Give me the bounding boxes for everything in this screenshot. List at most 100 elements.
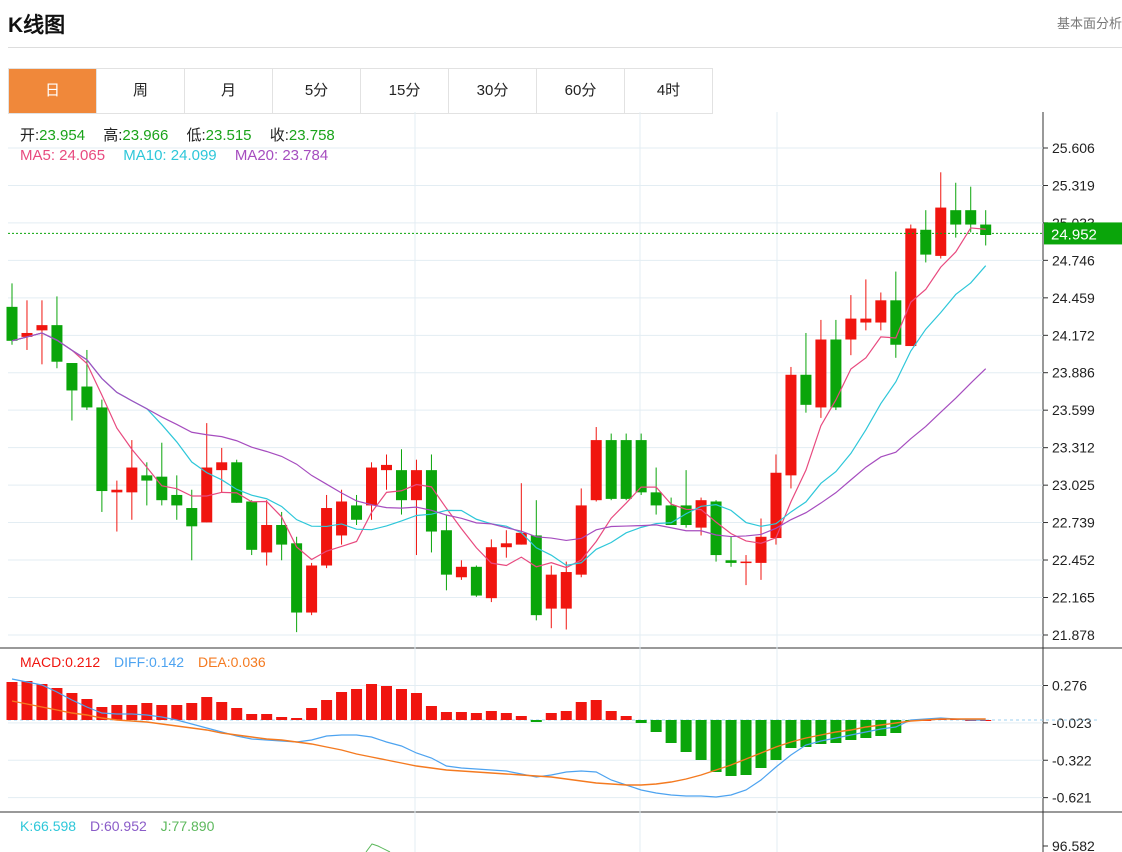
candle-body bbox=[665, 505, 677, 526]
macd-bar bbox=[336, 692, 348, 720]
macd-bar bbox=[590, 700, 602, 720]
candle-body bbox=[321, 508, 333, 566]
candle bbox=[366, 462, 378, 520]
candle bbox=[890, 271, 902, 358]
candle bbox=[51, 296, 63, 369]
candle bbox=[156, 442, 168, 506]
price-tick-label: 24.459 bbox=[1052, 290, 1095, 306]
candle-body bbox=[650, 492, 662, 506]
macd-bar bbox=[710, 720, 722, 772]
price-tick-label: 24.746 bbox=[1052, 252, 1095, 268]
current-price-label: 24.952 bbox=[1051, 226, 1097, 243]
high-label: 高: bbox=[103, 127, 123, 144]
macd-bar bbox=[860, 720, 872, 738]
candle bbox=[845, 295, 857, 356]
kdj-tick-label: 96.582 bbox=[1052, 838, 1095, 852]
macd-info: MACD:0.212 DIFF:0.142 DEA:0.036 bbox=[20, 654, 280, 670]
candle-body bbox=[276, 525, 288, 545]
macd-bar bbox=[51, 688, 63, 720]
candle-body bbox=[605, 440, 617, 499]
candle bbox=[171, 475, 183, 520]
candle bbox=[695, 497, 707, 536]
macd-bar bbox=[395, 689, 407, 720]
candle-body bbox=[96, 407, 108, 492]
price-tick-label: 23.025 bbox=[1052, 477, 1095, 493]
candle bbox=[306, 562, 318, 616]
macd-bar bbox=[455, 712, 467, 720]
candle bbox=[815, 319, 827, 418]
ma5-value: MA5: 24.065 bbox=[20, 147, 106, 164]
candle bbox=[216, 447, 228, 493]
candle bbox=[96, 399, 108, 512]
candle bbox=[965, 186, 977, 233]
macd-bar bbox=[530, 720, 542, 722]
macd-bar bbox=[111, 705, 123, 720]
candle bbox=[186, 489, 198, 561]
candle bbox=[500, 530, 512, 558]
candle bbox=[336, 489, 348, 545]
macd-value: MACD:0.212 bbox=[20, 654, 101, 670]
low-label: 低: bbox=[186, 127, 206, 144]
candle bbox=[590, 427, 602, 502]
macd-bar bbox=[680, 720, 692, 752]
macd-bar bbox=[440, 712, 452, 720]
price-tick-label: 24.172 bbox=[1052, 327, 1095, 343]
candle bbox=[395, 449, 407, 515]
macd-bar bbox=[306, 708, 318, 720]
candle bbox=[725, 536, 737, 567]
price-tick-label: 21.878 bbox=[1052, 627, 1095, 643]
candle-body bbox=[141, 475, 153, 481]
candle bbox=[455, 560, 467, 580]
j-line bbox=[365, 843, 391, 852]
candle-body bbox=[500, 543, 512, 548]
ma10-value: MA10: 24.099 bbox=[123, 147, 217, 164]
candle-body bbox=[710, 501, 722, 556]
price-tick-label: 23.599 bbox=[1052, 402, 1095, 418]
candle-body bbox=[395, 470, 407, 501]
candle-body bbox=[186, 508, 198, 527]
macd-bar bbox=[186, 703, 198, 720]
candle bbox=[291, 536, 303, 633]
candle bbox=[381, 454, 392, 490]
candle-body bbox=[366, 467, 378, 506]
candle bbox=[785, 366, 797, 489]
candle-body bbox=[261, 525, 273, 553]
candle-body bbox=[935, 207, 947, 256]
open-value: 23.954 bbox=[39, 127, 86, 144]
macd-bar bbox=[620, 716, 632, 720]
candle-body bbox=[126, 467, 138, 493]
macd-bar bbox=[500, 713, 512, 720]
macd-bar bbox=[276, 717, 288, 720]
macd-bar bbox=[321, 700, 333, 720]
diff-value: DIFF:0.142 bbox=[114, 654, 185, 670]
candle-body bbox=[291, 543, 303, 613]
macd-bar bbox=[770, 720, 782, 760]
macd-bar bbox=[201, 697, 213, 720]
price-tick-label: 22.165 bbox=[1052, 590, 1095, 606]
candle-body bbox=[455, 566, 467, 578]
candle bbox=[485, 539, 497, 603]
candle bbox=[321, 494, 333, 569]
macd-bar bbox=[695, 720, 707, 760]
candle bbox=[830, 319, 842, 411]
candle bbox=[605, 433, 617, 501]
close-value: 23.758 bbox=[288, 127, 335, 144]
candle-body bbox=[875, 300, 887, 323]
candle-body bbox=[545, 574, 557, 609]
candle bbox=[246, 500, 258, 556]
candle-body bbox=[950, 210, 962, 225]
dea-value: DEA:0.036 bbox=[197, 654, 266, 670]
low-value: 23.515 bbox=[205, 127, 252, 144]
candle-body bbox=[800, 374, 812, 405]
macd-bar bbox=[635, 720, 647, 723]
candle bbox=[141, 462, 153, 506]
macd-bar bbox=[740, 720, 752, 775]
candle-body bbox=[381, 464, 392, 471]
candle bbox=[276, 511, 288, 561]
candle-body bbox=[351, 505, 363, 520]
macd-bar bbox=[21, 681, 33, 720]
candle bbox=[950, 182, 962, 238]
candle bbox=[755, 518, 767, 580]
candle bbox=[425, 454, 437, 553]
candle-body bbox=[590, 440, 602, 501]
